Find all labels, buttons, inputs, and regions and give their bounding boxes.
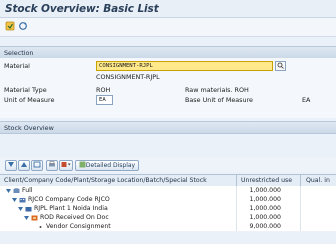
material-input[interactable]: CONSIGNMENT-RJPL bbox=[96, 61, 273, 71]
tree-node-label: RJPL Plant 1 Noida India bbox=[34, 205, 108, 212]
stock-overview-section-header: Stock Overview bbox=[0, 121, 336, 134]
unrestricted-qty: 1,000.000 bbox=[249, 196, 282, 203]
unrestricted-qty: 1,000.000 bbox=[249, 214, 282, 221]
material-type-description: Raw materials. ROH bbox=[185, 86, 249, 94]
column-header-hierarchy[interactable]: Client/Company Code/Plant/Storage Locati… bbox=[4, 177, 207, 184]
application-toolbar bbox=[0, 18, 336, 37]
print-button[interactable] bbox=[46, 160, 58, 171]
material-label: Material bbox=[4, 62, 30, 70]
detailed-display-label: Detailed Display bbox=[85, 162, 136, 169]
material-description: CONSIGNMENT-RJPL bbox=[96, 73, 160, 81]
execute-icon[interactable] bbox=[5, 21, 15, 31]
expand-all-button[interactable] bbox=[5, 160, 17, 171]
title-bar: Stock Overview: Basic List bbox=[0, 0, 336, 18]
selection-header-label: Selection bbox=[4, 48, 34, 57]
stock-overview-toolbar: Detailed Display bbox=[0, 157, 336, 172]
chevron-down-icon[interactable] bbox=[11, 197, 18, 203]
company-icon bbox=[19, 197, 26, 202]
chevron-down-icon[interactable] bbox=[17, 206, 24, 212]
base-uom-label: Base Unit of Measure bbox=[185, 96, 253, 104]
select-all-button[interactable] bbox=[31, 160, 43, 171]
uom-label: Unit of Measure bbox=[4, 96, 55, 104]
bullet-icon bbox=[39, 225, 42, 228]
column-header-unrestricted[interactable]: Unrestricted use bbox=[241, 177, 292, 184]
storage-location-icon bbox=[31, 215, 38, 220]
table-row[interactable]: Vendor Consignment 9,000.000 bbox=[0, 222, 336, 232]
tree-node-label: Full bbox=[22, 187, 33, 194]
detailed-display-button[interactable]: Detailed Display bbox=[75, 160, 139, 171]
collapse-all-button[interactable] bbox=[18, 160, 30, 171]
chevron-down-icon[interactable] bbox=[5, 188, 12, 194]
layout-dropdown-button[interactable] bbox=[59, 160, 73, 171]
unrestricted-qty: 9,000.000 bbox=[249, 223, 282, 230]
selection-panel: Material CONSIGNMENT-RJPL CONSIGNMENT-RJ… bbox=[0, 58, 336, 118]
uom-input[interactable]: EA bbox=[96, 95, 113, 105]
refresh-icon[interactable] bbox=[18, 21, 28, 31]
material-type-label: Material Type bbox=[4, 86, 47, 94]
chevron-down-icon[interactable] bbox=[23, 215, 30, 221]
tree-node-label: RJCO Company Code RJCO bbox=[28, 196, 110, 203]
unrestricted-qty: 1,000.000 bbox=[249, 205, 282, 212]
base-uom-value: EA bbox=[302, 96, 311, 104]
material-type-value: ROH bbox=[96, 86, 111, 94]
tree-node-label: ROD Received On Doc bbox=[40, 214, 109, 221]
window-title: Stock Overview: Basic List bbox=[5, 3, 159, 15]
unrestricted-qty: 1,000.000 bbox=[249, 187, 282, 194]
tree-node-label: Vendor Consignment bbox=[46, 223, 111, 230]
database-icon bbox=[13, 187, 20, 193]
plant-icon bbox=[25, 206, 32, 211]
stock-overview-header-label: Stock Overview bbox=[4, 123, 54, 132]
material-search-help-button[interactable] bbox=[275, 61, 286, 71]
column-header-quality[interactable]: Qual. in bbox=[306, 177, 330, 184]
